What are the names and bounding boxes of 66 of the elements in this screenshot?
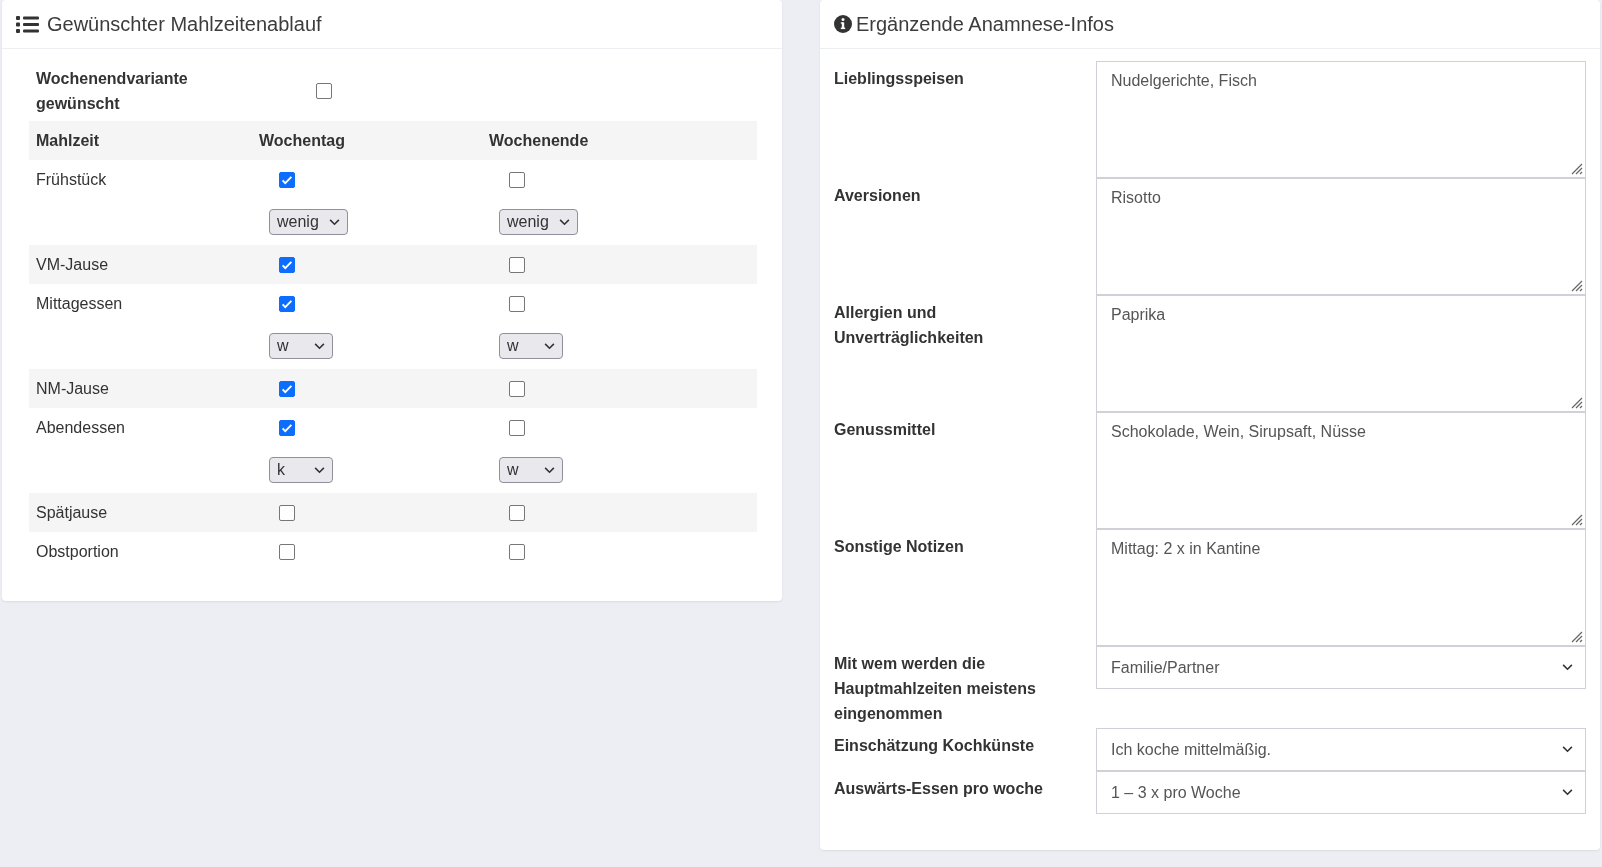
resize-grip-icon: [1569, 512, 1583, 526]
checkbox[interactable]: [509, 543, 525, 560]
portion-dropdown[interactable]: w: [499, 457, 563, 483]
weekend-variant-label: Wochenendvariante gewünscht: [35, 69, 189, 114]
text-area[interactable]: Mittag: 2 x in Kantine: [1096, 529, 1586, 646]
meal-name: Frühstück: [36, 170, 107, 188]
dropdown-field[interactable]: 1 – 3 x pro Woche: [1096, 771, 1586, 814]
meal-name: Spätjause: [36, 503, 108, 521]
meal-name: NM-Jause: [36, 379, 109, 397]
field-label: Einschätzung Kochkünste: [834, 736, 1036, 756]
field-label: Genussmittel: [834, 420, 937, 440]
dropdown-field[interactable]: Familie/Partner: [1096, 646, 1586, 689]
portion-dropdown[interactable]: w: [499, 333, 563, 359]
chevron-down-icon: [314, 466, 325, 474]
field-label: Aversionen: [834, 186, 922, 206]
checkbox[interactable]: [509, 295, 525, 312]
chevron-down-icon: [314, 342, 325, 350]
portion-dropdown[interactable]: w: [269, 333, 333, 359]
meal-name: Abendessen: [36, 418, 125, 436]
resize-grip-icon: [1569, 395, 1583, 409]
text-area[interactable]: Risotto: [1096, 178, 1586, 295]
checkbox[interactable]: [279, 171, 295, 188]
checkbox[interactable]: [279, 504, 295, 521]
meal-name: Obstportion: [36, 542, 119, 560]
chevron-down-icon: [558, 218, 570, 226]
dropdown-field[interactable]: Ich koche mittelmäßig.: [1096, 728, 1586, 771]
resize-grip-icon: [1569, 278, 1583, 292]
text-area[interactable]: Schokolade, Wein, Sirupsaft, Nüsse: [1096, 412, 1586, 529]
checkbox[interactable]: [279, 543, 295, 560]
checkbox[interactable]: [279, 380, 295, 397]
checkbox[interactable]: [509, 256, 525, 273]
info-icon: [834, 15, 852, 33]
chevron-down-icon: [1562, 664, 1573, 671]
column-header: Wochentag: [259, 131, 345, 150]
field-label: Allergien und Unverträglichkeiten: [834, 303, 985, 348]
text-area[interactable]: Nudelgerichte, Fisch: [1096, 61, 1586, 178]
card-title: Ergänzende Anamnese-Infos: [856, 12, 1114, 36]
field-label: Sonstige Notizen: [834, 537, 965, 557]
chevron-down-icon: [328, 218, 340, 226]
text-area[interactable]: Paprika: [1096, 295, 1586, 412]
checkbox[interactable]: [509, 504, 525, 521]
meal-name: VM-Jause: [36, 255, 109, 273]
portion-dropdown[interactable]: k: [269, 457, 333, 483]
checkbox[interactable]: [509, 171, 525, 188]
column-header: Wochenende: [489, 131, 589, 150]
checkbox[interactable]: [509, 380, 525, 397]
checkbox[interactable]: [279, 419, 295, 436]
resize-grip-icon: [1569, 629, 1583, 643]
field-label: Mit wem werden die Hauptmahlzeiten meistens eingenommen: [834, 654, 1037, 724]
checkbox[interactable]: [279, 295, 295, 312]
chevron-down-icon: [1562, 789, 1573, 796]
checkbox[interactable]: [316, 83, 332, 99]
resize-grip-icon: [1569, 161, 1583, 175]
portion-dropdown[interactable]: wenig: [269, 209, 348, 235]
chevron-down-icon: [544, 466, 555, 474]
chevron-down-icon: [544, 342, 555, 350]
column-header: Mahlzeit: [36, 131, 100, 149]
card-title: Gewünschter Mahlzeitenablauf: [47, 12, 322, 36]
meal-name: Mittagessen: [36, 294, 123, 312]
list-icon: [16, 14, 39, 34]
field-label: Lieblingsspeisen: [834, 69, 965, 89]
chevron-down-icon: [1562, 746, 1573, 753]
portion-dropdown[interactable]: wenig: [499, 209, 578, 235]
field-label: Auswärts-Essen pro woche: [834, 779, 1044, 799]
checkbox[interactable]: [279, 256, 295, 273]
checkbox[interactable]: [509, 419, 525, 436]
